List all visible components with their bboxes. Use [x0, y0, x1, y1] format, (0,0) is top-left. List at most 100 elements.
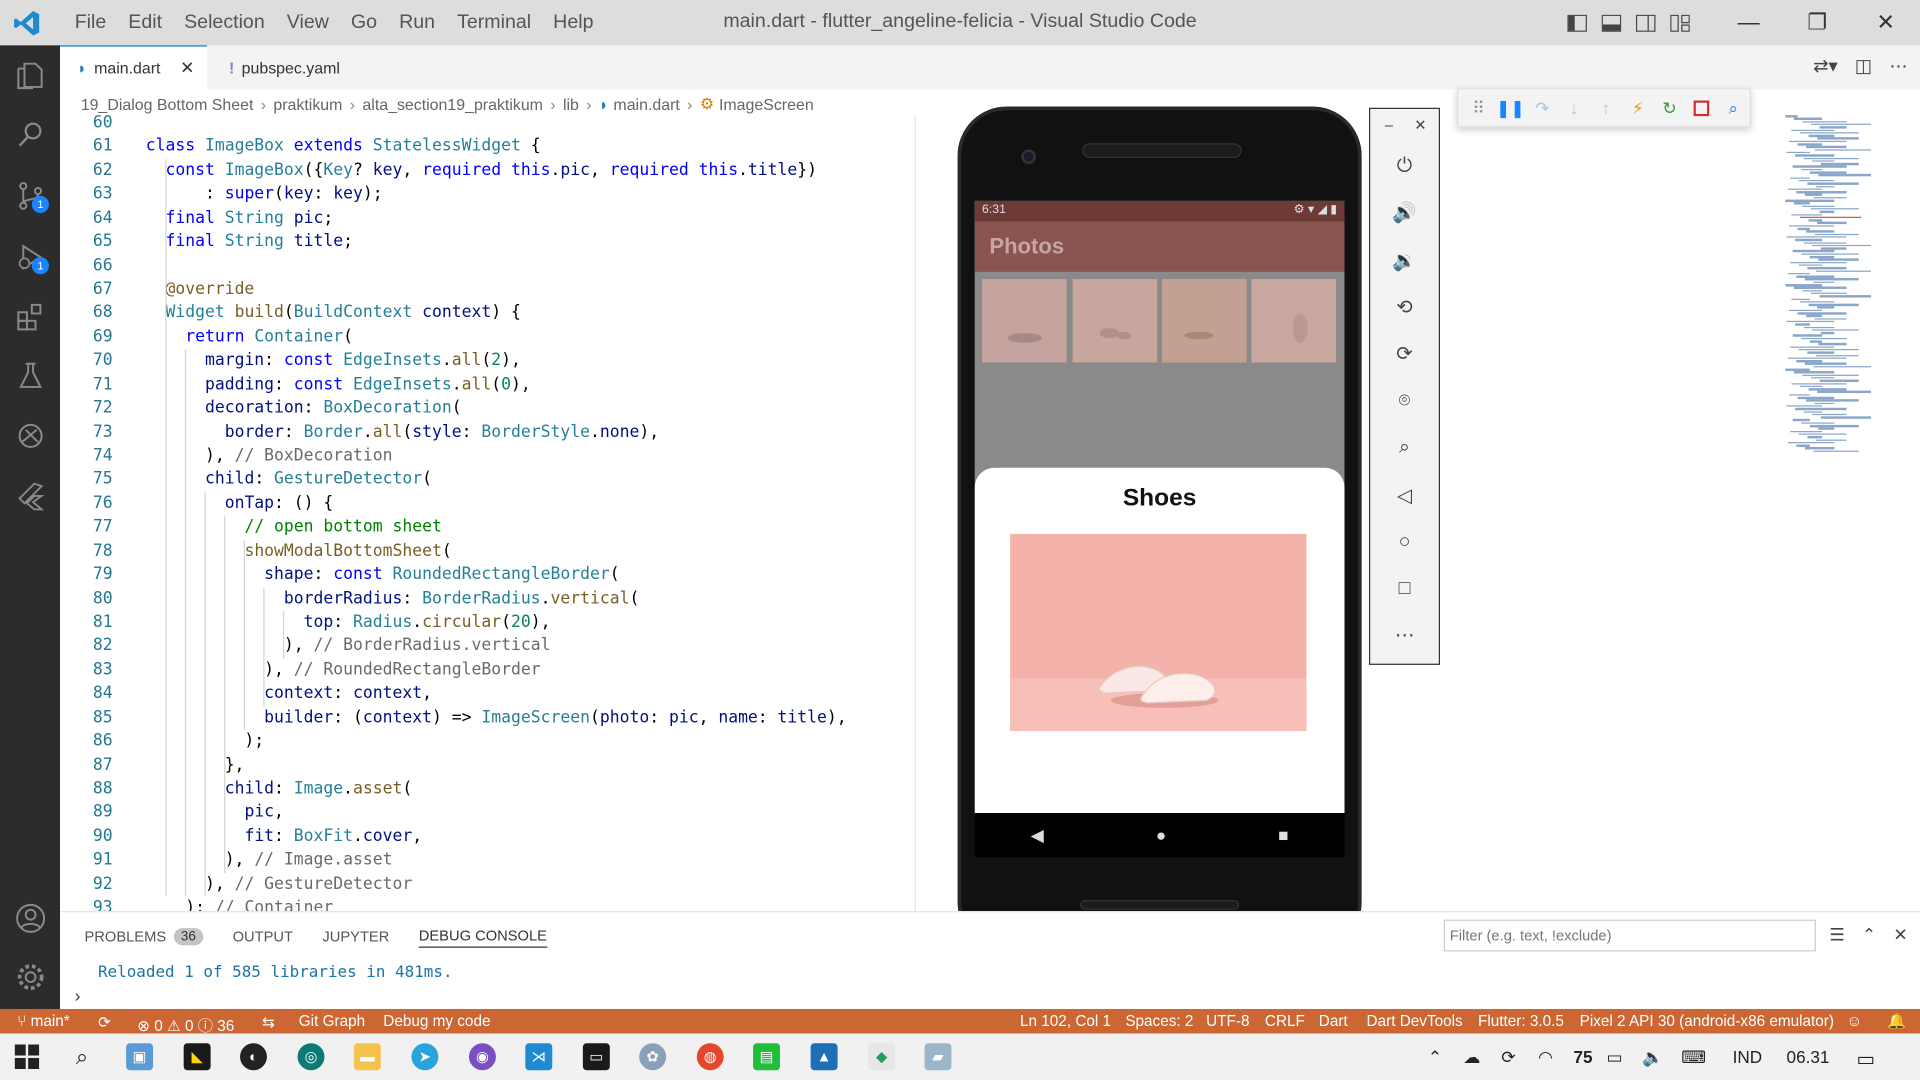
- onedrive-icon[interactable]: ☁: [1463, 1047, 1480, 1068]
- close-panel-icon[interactable]: ✕: [1893, 924, 1907, 945]
- keyboard-icon[interactable]: ⌨: [1681, 1047, 1706, 1068]
- menu-selection[interactable]: Selection: [173, 12, 276, 34]
- home-icon[interactable]: ○: [1390, 528, 1419, 557]
- hot-reload-icon[interactable]: ⚡: [1627, 97, 1648, 118]
- tray-app-icon[interactable]: ⟳: [1501, 1047, 1515, 1068]
- breadcrumb-item[interactable]: lib: [563, 95, 579, 113]
- tray-overflow-icon[interactable]: ⌃: [1428, 1047, 1442, 1068]
- overview-icon[interactable]: □: [1390, 574, 1419, 603]
- code-line[interactable]: 60: [60, 115, 917, 135]
- code-line[interactable]: 90 fit: BoxFit.cover,: [60, 825, 917, 849]
- eol-status[interactable]: CRLF: [1265, 1013, 1305, 1030]
- restore-button[interactable]: ❐: [1783, 0, 1852, 45]
- console-prompt-icon[interactable]: ›: [75, 986, 81, 1006]
- taskbar-search-icon[interactable]: ⌕: [69, 1043, 96, 1070]
- testing-icon[interactable]: [10, 355, 50, 395]
- notifications-icon[interactable]: 🔔: [1887, 1013, 1906, 1031]
- zoom-icon[interactable]: ⌕: [1390, 433, 1419, 462]
- toggle-sidebar-icon[interactable]: [1560, 0, 1594, 45]
- code-line[interactable]: 62 const ImageBox({Key? key, required th…: [60, 159, 917, 183]
- branch-status[interactable]: ⑂ main*: [17, 1013, 70, 1030]
- emulator-screen[interactable]: 6:31 ⚙ ▾ ◢ ▮ Photos Shoes: [974, 200, 1345, 814]
- source-control-icon[interactable]: 1: [10, 175, 50, 215]
- menu-view[interactable]: View: [276, 12, 340, 34]
- code-line[interactable]: 86 );: [60, 730, 917, 754]
- code-line[interactable]: 85 builder: (context) => ImageScreen(pho…: [60, 706, 917, 730]
- code-line[interactable]: 73 border: Border.all(style: BorderStyle…: [60, 421, 917, 445]
- encoding-status[interactable]: UTF-8: [1206, 1013, 1249, 1030]
- taskbar-terminal-icon[interactable]: ▭: [582, 1043, 610, 1071]
- code-line[interactable]: 66: [60, 254, 917, 278]
- nav-home-icon[interactable]: ●: [1156, 825, 1166, 845]
- search-icon[interactable]: [10, 114, 50, 154]
- nav-back-icon[interactable]: ◀: [1031, 825, 1044, 846]
- toggle-panel-icon[interactable]: [1594, 0, 1628, 45]
- taskbar-photos-icon[interactable]: ▲: [810, 1043, 838, 1071]
- code-line[interactable]: 83 ), // RoundedRectangleBorder: [60, 659, 917, 683]
- problems-status[interactable]: ⊗ 0 ⚠ 0 ⓘ 36: [137, 1013, 234, 1036]
- maximize-panel-icon[interactable]: ⌃: [1862, 924, 1876, 945]
- photo-thumbnail[interactable]: [1251, 279, 1336, 363]
- volume-icon[interactable]: 🔈: [1642, 1047, 1663, 1068]
- tab-output[interactable]: OUTPUT: [233, 926, 293, 948]
- tab-pubspec-yaml[interactable]: ! pubspec.yaml: [212, 45, 383, 89]
- accounts-icon[interactable]: [10, 898, 50, 938]
- indentation-status[interactable]: Spaces: 2: [1125, 1013, 1193, 1030]
- code-line[interactable]: 78 showModalBottomSheet(: [60, 540, 917, 564]
- tab-jupyter[interactable]: JUPYTER: [322, 926, 389, 948]
- action-center-icon[interactable]: ▭: [1856, 1047, 1875, 1071]
- flutter-icon[interactable]: [10, 475, 50, 515]
- extensions-icon[interactable]: [10, 296, 50, 336]
- tab-debug-console[interactable]: DEBUG CONSOLE: [418, 926, 547, 948]
- breadcrumb-item[interactable]: main.dart: [613, 95, 679, 113]
- taskbar-line-icon[interactable]: ▤: [753, 1043, 781, 1071]
- drag-handle-icon[interactable]: ⠿: [1468, 97, 1489, 118]
- debug-config-status[interactable]: Debug my code: [383, 1013, 490, 1030]
- modal-bottom-sheet[interactable]: Shoes: [974, 467, 1345, 814]
- menu-edit[interactable]: Edit: [117, 12, 173, 34]
- menu-file[interactable]: File: [64, 12, 118, 34]
- photo-thumbnail[interactable]: [1162, 279, 1247, 363]
- rotate-right-icon[interactable]: ⟳: [1390, 339, 1419, 368]
- restart-icon[interactable]: ↻: [1659, 97, 1680, 118]
- code-line[interactable]: 65 final String title;: [60, 230, 917, 254]
- tab-problems[interactable]: PROBLEMS 36: [84, 926, 204, 948]
- code-line[interactable]: 71 padding: const EdgeInsets.all(0),: [60, 373, 917, 397]
- taskbar-chrome-icon[interactable]: ◍: [696, 1043, 724, 1071]
- code-line[interactable]: 69 return Container(: [60, 326, 917, 350]
- code-editor[interactable]: 60 61 class ImageBox extends StatelessWidg…: [60, 115, 918, 912]
- code-line[interactable]: 64 final String pic;: [60, 207, 917, 231]
- code-line[interactable]: 82 ), // BorderRadius.vertical: [60, 635, 917, 659]
- code-line[interactable]: 61 class ImageBox extends StatelessWidget…: [60, 135, 917, 159]
- remote-explorer-icon[interactable]: [10, 415, 50, 455]
- code-line[interactable]: 89 pic,: [60, 801, 917, 825]
- code-line[interactable]: 84 context: context,: [60, 682, 917, 706]
- code-line[interactable]: 76 onTap: () {: [60, 492, 917, 516]
- tab-main-dart[interactable]: ◗ main.dart ✕: [60, 45, 207, 90]
- taskbar-app-icon[interactable]: ◐: [240, 1043, 267, 1071]
- console-filter-input[interactable]: Filter (e.g. text, !exclude): [1443, 919, 1816, 952]
- breadcrumb-item[interactable]: 19_Dialog Bottom Sheet: [81, 95, 254, 113]
- explorer-icon[interactable]: [10, 55, 50, 95]
- toggle-secondary-sidebar-icon[interactable]: [1629, 0, 1663, 45]
- code-line[interactable]: 75 child: GestureDetector(: [60, 468, 917, 492]
- step-into-icon[interactable]: ↓: [1564, 97, 1585, 118]
- taskbar-github-icon[interactable]: ◉: [468, 1043, 496, 1071]
- nav-recents-icon[interactable]: ■: [1278, 825, 1288, 845]
- emulator-close-icon[interactable]: ✕: [1414, 116, 1426, 133]
- close-window-button[interactable]: ✕: [1851, 0, 1920, 45]
- photo-thumbnail[interactable]: [982, 279, 1067, 363]
- device-status[interactable]: Pixel 2 API 30 (android-x86 emulator): [1580, 1013, 1834, 1030]
- code-line[interactable]: 72 decoration: BoxDecoration(: [60, 397, 917, 421]
- taskbar-app-icon[interactable]: ▣: [126, 1043, 154, 1071]
- more-icon[interactable]: ⋯: [1390, 621, 1419, 650]
- stop-icon[interactable]: [1691, 97, 1712, 118]
- code-line[interactable]: 81 top: Radius.circular(20),: [60, 611, 917, 635]
- taskbar-app-icon[interactable]: ✿: [639, 1043, 667, 1071]
- run-debug-icon[interactable]: 1: [10, 236, 50, 276]
- code-line[interactable]: 88 child: Image.asset(: [60, 778, 917, 802]
- code-line[interactable]: 79 shape: const RoundedRectangleBorder(: [60, 563, 917, 587]
- taskbar-sticky-notes-icon[interactable]: ◣: [183, 1043, 211, 1071]
- sync-icon[interactable]: ⟳: [98, 1013, 111, 1031]
- clock[interactable]: 06.31: [1787, 1047, 1830, 1067]
